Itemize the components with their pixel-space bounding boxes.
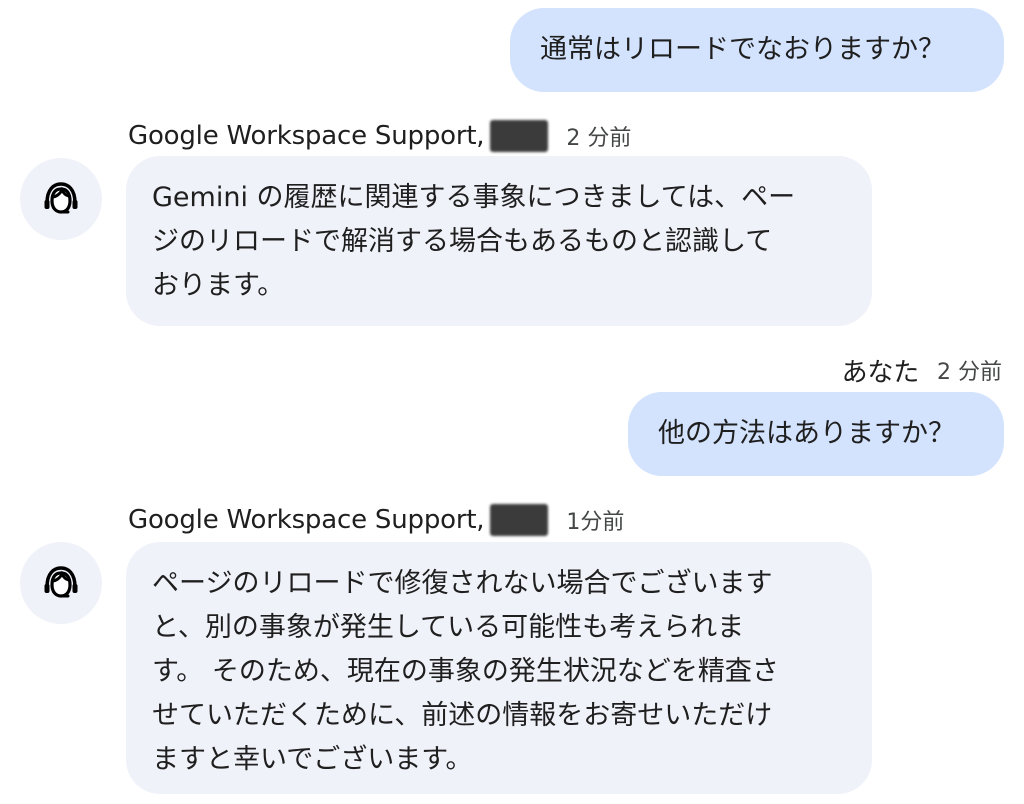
agent-sender-name: Google Workspace Support,	[128, 505, 485, 535]
message-line: せていただくために、前述の情報をお寄せいただけ	[152, 700, 773, 731]
message-line: ページのリロードで修復されない場合でございます	[152, 568, 773, 599]
message-line: ますと幸いでございます。	[152, 744, 473, 775]
message-timestamp: 2 分前	[937, 360, 1002, 385]
user-sender-name: あなた	[841, 357, 920, 388]
message-line: ジのリロードで解消する場合もあるものと認識して	[152, 226, 773, 257]
redacted-name-mark	[490, 120, 549, 152]
message-timestamp: 1分前	[566, 510, 625, 535]
agent-message-bubble: Gemini の履歴に関連する事象につきましては、ペー ジのリロードで解消する場…	[126, 156, 872, 326]
agent-message-bubble: ページのリロードで修復されない場合でございます と、別の事象が発生している可能性…	[126, 542, 872, 794]
message-line: おります。	[152, 270, 285, 301]
message-line: す。 そのため、現在の事象の発生状況などを精査さ	[152, 656, 779, 687]
support-agent-icon	[44, 182, 78, 214]
agent-sender-name: Google Workspace Support,	[128, 121, 485, 151]
user-message-text: 他の方法はありますか？	[658, 418, 955, 449]
user-message-bubble: 他の方法はありますか？	[628, 392, 1004, 476]
agent-message-header: Google Workspace Support, 2 分前	[128, 116, 631, 156]
agent-avatar	[20, 542, 102, 624]
user-message-bubble: 通常はリロードでなおりますか？	[510, 8, 1004, 92]
message-timestamp: 2 分前	[566, 126, 632, 151]
user-message-text: 通常はリロードでなおりますか？	[540, 34, 945, 65]
agent-avatar	[20, 158, 102, 240]
user-message-header: あなた 2 分前	[842, 350, 1002, 390]
chat-transcript: 通常はリロードでなおりますか？ Google Workspace Support…	[0, 0, 1024, 804]
message-line: と、別の事象が発生している可能性も考えられま	[152, 612, 745, 643]
support-agent-icon	[44, 566, 78, 598]
agent-message-header: Google Workspace Support, 1分前	[128, 500, 624, 540]
redacted-name-mark	[490, 504, 549, 536]
message-line: Gemini の履歴に関連する事象につきましては、ペー	[152, 182, 796, 213]
